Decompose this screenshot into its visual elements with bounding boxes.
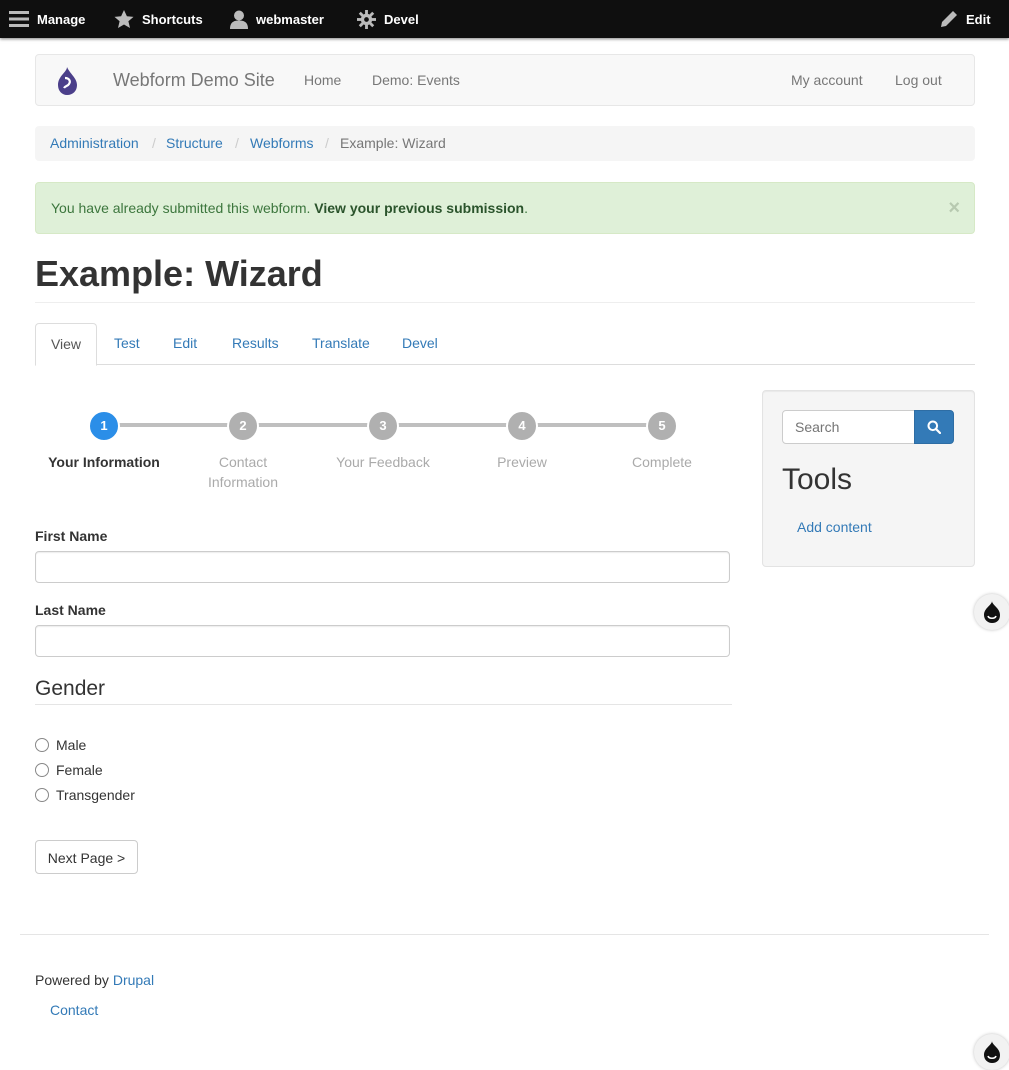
last-name-label: Last Name — [35, 602, 106, 618]
last-name-input[interactable] — [35, 625, 730, 657]
alert-suffix: . — [524, 200, 528, 216]
nav-demo-events[interactable]: Demo: Events — [372, 55, 460, 105]
nav-home[interactable]: Home — [304, 55, 341, 105]
progress-step-2-marker: 2 — [227, 410, 259, 442]
tab-results[interactable]: Results — [232, 323, 279, 364]
tab-view[interactable]: View — [35, 323, 97, 366]
progress-step-3-label: Your Feedback — [336, 454, 430, 470]
gender-option-label: Transgender — [56, 787, 135, 803]
progress-step-5-label: Complete — [632, 454, 692, 470]
gender-option-transgender[interactable]: Transgender — [35, 785, 135, 805]
toolbar-shortcuts[interactable]: Shortcuts — [114, 0, 203, 38]
drupal-drop-icon — [984, 601, 1000, 623]
nav-log-out[interactable]: Log out — [895, 55, 942, 105]
gender-legend: Gender — [35, 677, 106, 700]
progress-step-5-marker: 5 — [646, 410, 678, 442]
footer-powered-text: Powered by — [35, 972, 113, 988]
toolbar-devel-label: Devel — [384, 11, 419, 27]
toolbar-user[interactable]: webmaster — [230, 0, 324, 38]
alert-text: You have already submitted this webform. — [51, 200, 311, 216]
gender-divider — [35, 704, 732, 705]
breadcrumb-webforms[interactable]: Webforms — [250, 126, 314, 161]
breadcrumb-separator: / — [325, 135, 329, 151]
tab-translate[interactable]: Translate — [312, 323, 370, 364]
gender-option-female[interactable]: Female — [35, 760, 103, 780]
progress-step-4-label: Preview — [497, 454, 547, 470]
user-icon — [230, 10, 248, 29]
footer-contact-link[interactable]: Contact — [50, 1002, 98, 1018]
breadcrumb: Administration / Structure / Webforms / … — [35, 126, 975, 161]
breadcrumb-current: Example: Wizard — [340, 135, 446, 151]
drupal-drop-icon — [984, 1041, 1000, 1063]
toolbar-user-label: webmaster — [256, 11, 324, 27]
tools-heading: Tools — [782, 463, 853, 496]
first-name-label: First Name — [35, 528, 108, 544]
alert-message: You have already submitted this webform.… — [51, 183, 528, 233]
first-name-input[interactable] — [35, 551, 730, 583]
drupal-contextual-button[interactable] — [974, 594, 1009, 630]
breadcrumb-separator: / — [235, 135, 239, 151]
search-icon — [927, 420, 941, 434]
admin-toolbar: Manage Shortcuts webmaster Devel Edit — [0, 0, 1009, 38]
alert-close-button[interactable]: × — [948, 183, 960, 233]
page-title: Example: Wizard — [35, 253, 323, 294]
tab-edit[interactable]: Edit — [173, 323, 197, 364]
add-content-link[interactable]: Add content — [797, 519, 872, 535]
breadcrumb-administration[interactable]: Administration — [50, 126, 139, 161]
tab-devel[interactable]: Devel — [402, 323, 438, 364]
radio-button[interactable] — [35, 788, 49, 802]
radio-button[interactable] — [35, 763, 49, 777]
toolbar-devel[interactable]: Devel — [357, 0, 419, 38]
next-page-button[interactable]: Next Page > — [35, 840, 138, 874]
gender-option-male[interactable]: Male — [35, 735, 86, 755]
progress-step-3-marker: 3 — [367, 410, 399, 442]
breadcrumb-structure[interactable]: Structure — [166, 126, 223, 161]
toolbar-edit[interactable]: Edit — [940, 0, 991, 38]
progress-step-2-label: Contact Information — [207, 454, 279, 490]
footer-drupal-link[interactable]: Drupal — [113, 972, 154, 988]
site-logo[interactable] — [53, 66, 81, 99]
site-navbar: Webform Demo Site Home Demo: Events My a… — [35, 54, 975, 106]
toolbar-edit-label: Edit — [966, 11, 991, 27]
hamburger-icon — [9, 11, 29, 27]
radio-button[interactable] — [35, 738, 49, 752]
site-brand[interactable]: Webform Demo Site — [113, 55, 275, 105]
title-divider — [35, 302, 975, 303]
gender-option-label: Female — [56, 762, 103, 778]
search-input[interactable] — [782, 410, 915, 444]
progress-step-4-marker: 4 — [506, 410, 538, 442]
alert-previous-submission-link[interactable]: View your previous submission — [314, 200, 524, 216]
webform-logo-icon — [58, 67, 77, 95]
progress-step-1-label: Your Information — [48, 454, 160, 470]
progress-step-1-marker: 1 — [88, 410, 120, 442]
footer-divider — [20, 934, 989, 935]
sidebar-panel: Tools Add content — [762, 390, 975, 567]
toolbar-manage[interactable]: Manage — [9, 0, 85, 38]
pencil-icon — [941, 11, 957, 27]
tabs-divider — [35, 364, 975, 365]
nav-my-account[interactable]: My account — [791, 55, 863, 105]
tab-test[interactable]: Test — [114, 323, 140, 364]
gear-icon — [357, 9, 376, 29]
status-alert: You have already submitted this webform.… — [35, 182, 975, 234]
star-icon — [114, 9, 134, 28]
breadcrumb-separator: / — [152, 135, 156, 151]
gender-option-label: Male — [56, 737, 87, 753]
toolbar-manage-label: Manage — [37, 11, 86, 27]
footer-powered-by: Powered by Drupal — [35, 972, 154, 988]
toolbar-shortcuts-label: Shortcuts — [142, 11, 203, 27]
drupal-contextual-button[interactable] — [974, 1034, 1009, 1070]
search-button[interactable] — [914, 410, 954, 444]
